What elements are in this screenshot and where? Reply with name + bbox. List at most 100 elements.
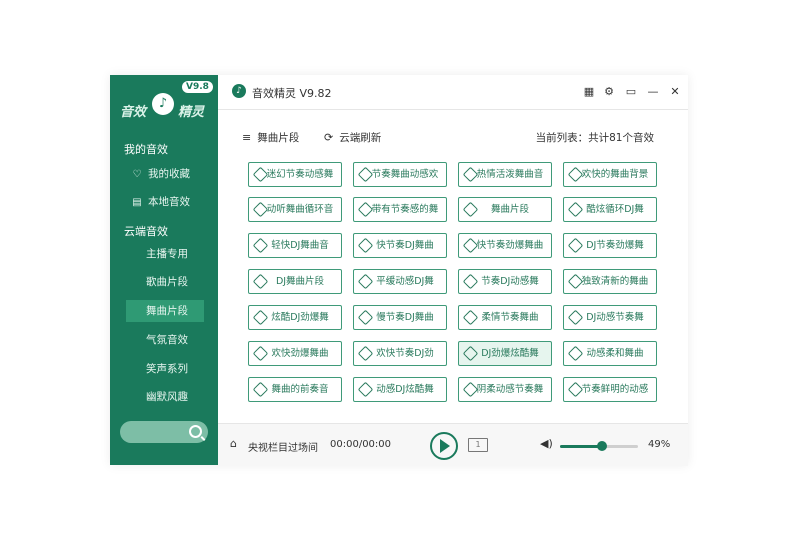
tag-icon xyxy=(567,345,584,362)
sound-button-label: 轻快DJ舞曲音 xyxy=(271,239,329,251)
sidebar-item-humor[interactable]: 幽默风趣 xyxy=(146,386,188,408)
tag-icon xyxy=(567,237,584,254)
volume-icon[interactable]: ◀) xyxy=(540,437,553,450)
app-title: 音效精灵 V9.82 xyxy=(252,87,332,100)
settings-icon[interactable]: ⚙ xyxy=(602,85,616,99)
sound-button[interactable]: 快节奏劲爆舞曲 xyxy=(458,233,552,258)
minimize-icon[interactable]: — xyxy=(646,85,660,99)
sound-button[interactable]: 独致清新的舞曲 xyxy=(563,269,657,294)
tag-icon xyxy=(252,273,269,290)
sound-button-label: 阴柔动感节奏舞 xyxy=(476,383,544,395)
sound-button[interactable]: 柔情节奏舞曲 xyxy=(458,305,552,330)
tag-icon xyxy=(462,309,479,326)
tag-icon xyxy=(252,237,269,254)
logo-mark-icon: ♪ xyxy=(152,93,174,115)
sound-button[interactable]: 慢节奏DJ舞曲 xyxy=(353,305,447,330)
sound-button[interactable]: 轻快DJ舞曲音 xyxy=(248,233,342,258)
sound-button[interactable]: 热情活泼舞曲音 xyxy=(458,162,552,187)
sidebar-item-local[interactable]: ▤ 本地音效 xyxy=(130,191,190,213)
sound-button[interactable]: 欢快劲爆舞曲 xyxy=(248,341,342,366)
play-button[interactable] xyxy=(430,432,458,460)
sound-button[interactable]: 欢快的舞曲背景 xyxy=(563,162,657,187)
sound-button[interactable]: 舞曲的前奏音 xyxy=(248,377,342,402)
sound-button[interactable]: 炫酷DJ劲爆舞 xyxy=(248,305,342,330)
sidebar-search[interactable] xyxy=(120,421,208,443)
playlist-count: 当前列表：共计81个音效 xyxy=(535,132,654,144)
tag-icon xyxy=(357,237,374,254)
sidebar-item-host[interactable]: 主播专用 xyxy=(146,243,188,265)
title-bar: ♪ 音效精灵 V9.82 ▦ ⚙ ▭ — ✕ xyxy=(218,75,688,110)
sound-button-label: DJ劲爆炫酷舞 xyxy=(481,347,539,359)
sidebar-item-laughter[interactable]: 笑声系列 xyxy=(146,358,188,380)
skin-icon[interactable]: ▭ xyxy=(624,85,638,99)
sound-button[interactable]: 平缓动感DJ舞 xyxy=(353,269,447,294)
heart-icon: ♡ xyxy=(132,169,142,180)
folder-icon: ▤ xyxy=(132,197,142,208)
volume-thumb[interactable] xyxy=(597,441,608,451)
sound-button[interactable]: 阴柔动感节奏舞 xyxy=(458,377,552,402)
tag-icon xyxy=(252,381,269,398)
sound-button[interactable]: 节奏DJ动感舞 xyxy=(458,269,552,294)
sound-button[interactable]: 欢快节奏DJ劲 xyxy=(353,341,447,366)
section-cloud-sounds: 云端音效 xyxy=(124,225,168,238)
section-my-sounds: 我的音效 xyxy=(124,143,168,156)
sidebar-item-atmosphere[interactable]: 气氛音效 xyxy=(146,329,188,351)
sidebar-item-dance[interactable]: 舞曲片段 xyxy=(126,300,204,322)
sound-button[interactable]: 酷炫循环DJ舞 xyxy=(563,197,657,222)
sound-button[interactable]: 动感柔和舞曲 xyxy=(563,341,657,366)
sidebar: 音效 ♪ 精灵 V9.8 我的音效 ♡ 我的收藏 ▤ 本地音效 云端音效 主播专用 … xyxy=(110,75,218,465)
list-icon: ≡ xyxy=(242,131,252,144)
sound-button[interactable]: DJ节奏劲爆舞 xyxy=(563,233,657,258)
tag-icon: ⌂ xyxy=(230,437,237,450)
tag-icon xyxy=(567,201,584,218)
sound-button-label: 欢快节奏DJ劲 xyxy=(376,347,434,359)
volume-slider[interactable] xyxy=(560,441,638,451)
sound-button-label: 动感柔和舞曲 xyxy=(586,347,644,359)
sound-button[interactable]: 动感DJ炫酷舞 xyxy=(353,377,447,402)
sidebar-item-songs[interactable]: 歌曲片段 xyxy=(146,271,188,293)
sound-button[interactable]: 快节奏DJ舞曲 xyxy=(353,233,447,258)
sound-button-label: 欢快劲爆舞曲 xyxy=(271,347,329,359)
sound-button[interactable]: DJ劲爆炫酷舞 xyxy=(458,341,552,366)
sound-button-label: 快节奏DJ舞曲 xyxy=(376,239,434,251)
sound-button-label: 舞曲片段 xyxy=(490,203,529,215)
tag-icon xyxy=(462,345,479,362)
version-badge: V9.8 xyxy=(182,81,213,93)
sound-button-label: 节奏鲜明的动感 xyxy=(581,383,649,395)
sound-button-label: 动感DJ炫酷舞 xyxy=(376,383,434,395)
sound-button[interactable]: 节奏舞曲动感欢 xyxy=(353,162,447,187)
sound-button-label: 节奏舞曲动感欢 xyxy=(371,168,439,180)
tag-icon xyxy=(462,201,479,218)
sound-button[interactable]: 动听舞曲循环音 xyxy=(248,197,342,222)
tag-icon xyxy=(357,381,374,398)
sound-button[interactable]: 带有节奏感的舞 xyxy=(353,197,447,222)
tag-icon xyxy=(357,273,374,290)
app-icon: ♪ xyxy=(232,84,246,98)
sidebar-item-favorites[interactable]: ♡ 我的收藏 xyxy=(130,163,190,185)
sound-button[interactable]: DJ舞曲片段 xyxy=(248,269,342,294)
sound-button-label: 快节奏劲爆舞曲 xyxy=(476,239,544,251)
playback-time: 00:00/00:00 xyxy=(330,439,392,450)
sidebar-item-label: 我的收藏 xyxy=(148,168,190,180)
search-icon[interactable] xyxy=(189,425,202,438)
sound-button-label: DJ动感节奏舞 xyxy=(586,311,644,323)
grid-icon[interactable]: ▦ xyxy=(582,85,596,99)
now-playing-title: 央视栏目过场间 xyxy=(248,443,318,454)
sound-button[interactable]: 节奏鲜明的动感 xyxy=(563,377,657,402)
sound-button-label: 柔情节奏舞曲 xyxy=(481,311,539,323)
tab-dance-clips[interactable]: ≡ 舞曲片段 xyxy=(242,130,299,145)
sound-button-label: 迷幻节奏动感舞 xyxy=(266,168,334,180)
sound-button-label: 动听舞曲循环音 xyxy=(266,203,334,215)
tab-cloud-refresh[interactable]: ⟳ 云端刷新 xyxy=(324,130,381,145)
sound-button[interactable]: 迷幻节奏动感舞 xyxy=(248,162,342,187)
sound-button[interactable]: DJ动感节奏舞 xyxy=(563,305,657,330)
sound-button[interactable]: 舞曲片段 xyxy=(458,197,552,222)
sound-button-label: DJ节奏劲爆舞 xyxy=(586,239,644,251)
sound-button-label: 炫酷DJ劲爆舞 xyxy=(271,311,329,323)
sound-button-label: 舞曲的前奏音 xyxy=(271,383,329,395)
logo-text-right: 精灵 xyxy=(178,105,205,120)
sound-button-grid: 迷幻节奏动感舞 节奏舞曲动感欢 热情活泼舞曲音 欢快的舞曲背景动听舞曲循环音 带有节奏感… xyxy=(248,162,664,407)
loop-icon[interactable]: 1 xyxy=(468,438,488,452)
sound-button-label: 节奏DJ动感舞 xyxy=(481,275,539,287)
close-icon[interactable]: ✕ xyxy=(668,85,682,99)
